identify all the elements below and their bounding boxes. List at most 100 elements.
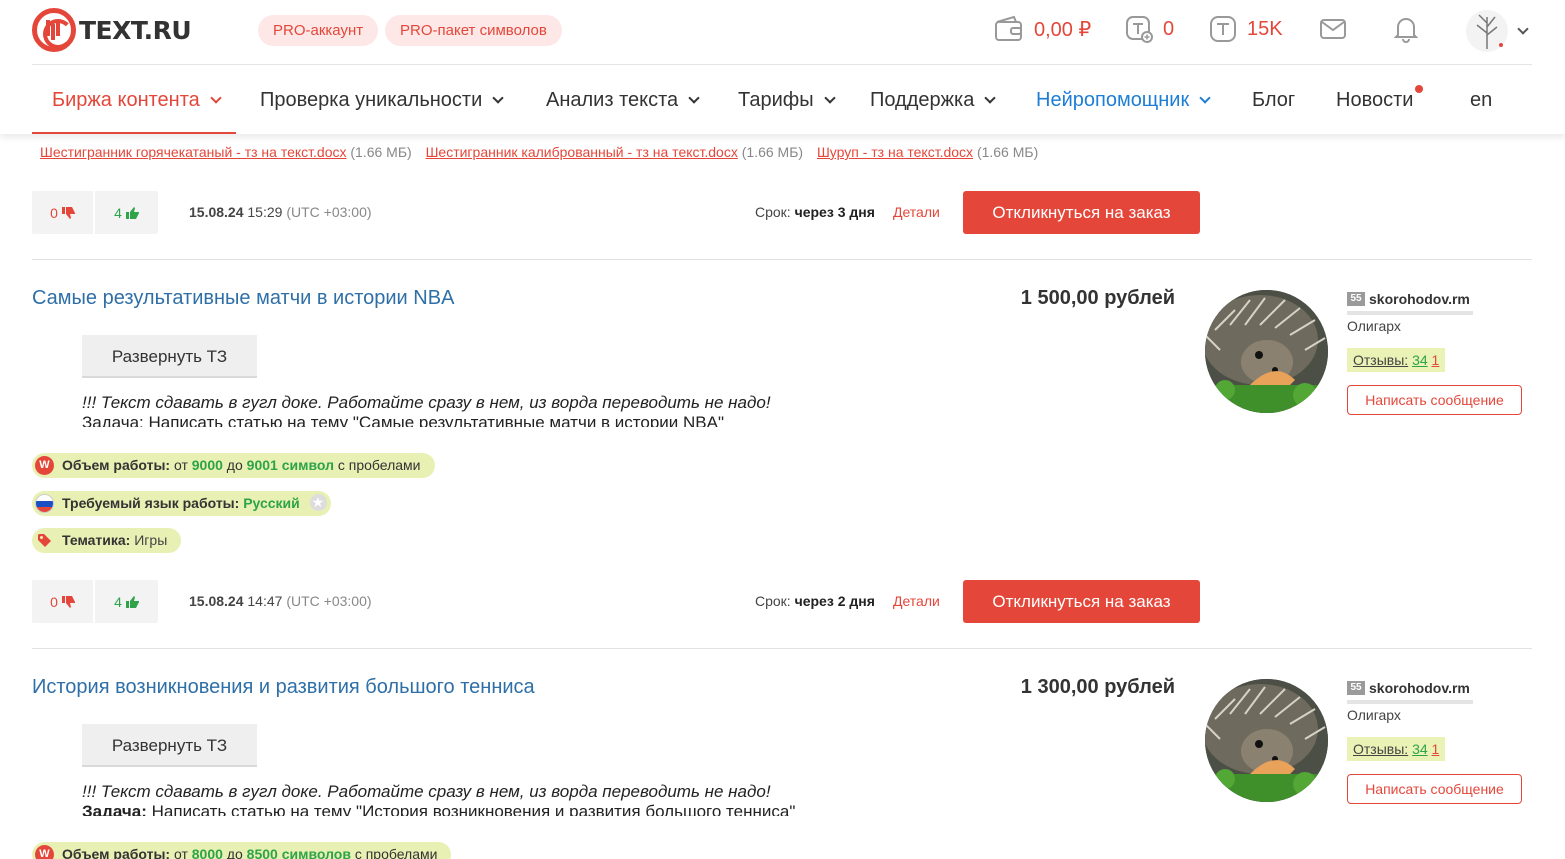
- nav-content-exchange[interactable]: Биржа контента: [32, 65, 236, 134]
- nav-support[interactable]: Поддержка: [870, 65, 997, 134]
- nav-tariffs[interactable]: Тарифы: [738, 65, 836, 134]
- details-link[interactable]: Детали: [893, 204, 940, 220]
- nav-blog[interactable]: Блог: [1252, 65, 1295, 134]
- top-header: TEXT.RU PRO-аккаунт PRO-пакет символов 0…: [0, 0, 1565, 65]
- expand-spec-button[interactable]: Развернуть ТЗ: [82, 724, 257, 767]
- site-logo[interactable]: TEXT.RU: [32, 8, 192, 52]
- nav-label: Анализ текста: [546, 89, 679, 111]
- date-value: 15.08.24: [189, 204, 244, 220]
- volume-max: 8500 символов: [246, 846, 351, 859]
- customer-status: Олигарх: [1347, 318, 1401, 334]
- tag-icon: [35, 531, 54, 550]
- file-link[interactable]: Шуруп - тз на текст.docx: [817, 144, 973, 160]
- volume-to: до: [226, 457, 243, 473]
- reviews-negative[interactable]: 1: [1432, 741, 1440, 757]
- file-size: (1.66 МБ): [741, 144, 804, 160]
- tokens[interactable]: 0: [1125, 12, 1174, 46]
- reviews-label[interactable]: Отзывы:: [1353, 741, 1408, 757]
- reviews-positive[interactable]: 34: [1412, 741, 1428, 757]
- page: Шестигранник горячекатаный - тз на текст…: [0, 0, 1565, 859]
- vote-box: 0 4: [32, 580, 158, 623]
- balance-value: 0,00 ₽: [1034, 18, 1092, 41]
- task-label: Задача:: [82, 802, 147, 816]
- dislike-button[interactable]: 0: [32, 191, 95, 234]
- respond-button[interactable]: Откликнуться на заказ: [963, 191, 1200, 234]
- volume-suffix: с пробелами: [354, 846, 438, 859]
- thumbs-down-icon: [61, 206, 75, 219]
- chevron-down-icon: [210, 92, 222, 104]
- balance[interactable]: 0,00 ₽: [994, 12, 1091, 46]
- details-link[interactable]: Детали: [893, 593, 940, 609]
- nav-uniqueness-check[interactable]: Проверка уникальности: [260, 65, 504, 134]
- order-title[interactable]: История возникновения и развития большог…: [32, 676, 535, 699]
- like-count: 4: [114, 204, 122, 221]
- order-date: 15.08.24 14:47 (UTC +03:00): [189, 593, 372, 609]
- file-link[interactable]: Шестигранник калиброванный - тз на текст…: [426, 144, 738, 160]
- nav-label: Нейропомощник: [1036, 89, 1190, 111]
- like-button[interactable]: 4: [95, 191, 158, 234]
- notifications-button[interactable]: [1394, 12, 1418, 46]
- customer-name[interactable]: skorohodov.rm: [1369, 291, 1470, 307]
- time-value: 14:47: [247, 593, 283, 609]
- customer-name[interactable]: skorohodov.rm: [1369, 680, 1470, 696]
- user-menu[interactable]: [1465, 8, 1529, 53]
- deadline-label: Срок:: [755, 593, 791, 609]
- topic-value: Игры: [134, 532, 168, 548]
- nav-label: Проверка уникальности: [260, 89, 483, 111]
- customer-avatar[interactable]: [1205, 679, 1328, 802]
- customer-avatar[interactable]: [1205, 290, 1328, 413]
- file-size: (1.66 МБ): [976, 144, 1039, 160]
- notification-dot: [1415, 85, 1424, 93]
- deadline: Срок: через 2 дня: [755, 593, 875, 609]
- like-button[interactable]: 4: [95, 580, 158, 623]
- nav-neuro-assistant[interactable]: Нейропомощник: [1036, 65, 1211, 134]
- volume-label: Объем работы:: [62, 846, 171, 859]
- nav-label: Тарифы: [738, 89, 814, 111]
- divider: [32, 259, 1532, 260]
- expand-spec-button[interactable]: Развернуть ТЗ: [82, 335, 257, 378]
- file-link[interactable]: Шестигранник горячекатаный - тз на текст…: [40, 144, 346, 160]
- volume-label: Объем работы:: [62, 457, 171, 473]
- hedgehog-avatar-image: [1205, 290, 1328, 413]
- logo-text: TEXT.RU: [79, 15, 192, 45]
- write-message-button[interactable]: Написать сообщение: [1347, 774, 1522, 804]
- reviews-positive[interactable]: 34: [1412, 352, 1428, 368]
- language-value: Русский: [243, 495, 300, 511]
- nav-label: en: [1470, 89, 1493, 111]
- deadline-value: через 3 дня: [794, 204, 875, 220]
- pro-account-button[interactable]: PRO-аккаунт: [258, 15, 379, 46]
- respond-button[interactable]: Откликнуться на заказ: [963, 580, 1200, 623]
- wallet-icon: [995, 15, 1022, 41]
- task-label: Задача:: [82, 413, 144, 427]
- description-note: !!! Текст сдавать в гугл доке. Работайте…: [82, 393, 771, 412]
- nav-language-en[interactable]: en: [1470, 65, 1492, 134]
- reviews-negative[interactable]: 1: [1432, 352, 1440, 368]
- topic-label: Тематика:: [62, 532, 131, 548]
- task-text: Написать статью на тему "Самые результат…: [143, 413, 724, 427]
- timezone: (UTC +03:00): [286, 204, 372, 220]
- time-value: 15:29: [247, 204, 283, 220]
- write-message-button[interactable]: Написать сообщение: [1347, 385, 1522, 415]
- order-price: 1 500,00 рублей: [1020, 287, 1175, 309]
- mail-icon: [1320, 19, 1346, 39]
- nav-label: Поддержка: [870, 89, 975, 111]
- logo-icon: [32, 8, 76, 52]
- order-price: 1 300,00 рублей: [1020, 676, 1175, 698]
- volume-suffix: с пробелами: [337, 457, 421, 473]
- messages-button[interactable]: [1319, 12, 1347, 46]
- task-text: Написать статью на тему "История возникн…: [146, 802, 796, 816]
- thumbs-down-icon: [61, 595, 75, 608]
- divider: [32, 648, 1532, 649]
- nav-text-analysis[interactable]: Анализ текста: [546, 65, 700, 134]
- reviews-label[interactable]: Отзывы:: [1353, 352, 1408, 368]
- nav-news[interactable]: Новости: [1336, 65, 1424, 134]
- token-plus-icon: [1126, 16, 1153, 43]
- symbols[interactable]: 15K: [1209, 12, 1283, 46]
- pro-package-button[interactable]: PRO-пакет символов: [385, 15, 562, 46]
- nav-label: Новости: [1336, 89, 1414, 111]
- order-title[interactable]: Самые результативные матчи в истории NBA: [32, 287, 454, 310]
- customer-rating-bar: [1347, 700, 1473, 704]
- date-value: 15.08.24: [189, 593, 244, 609]
- chevron-down-icon: [823, 92, 836, 104]
- dislike-button[interactable]: 0: [32, 580, 95, 623]
